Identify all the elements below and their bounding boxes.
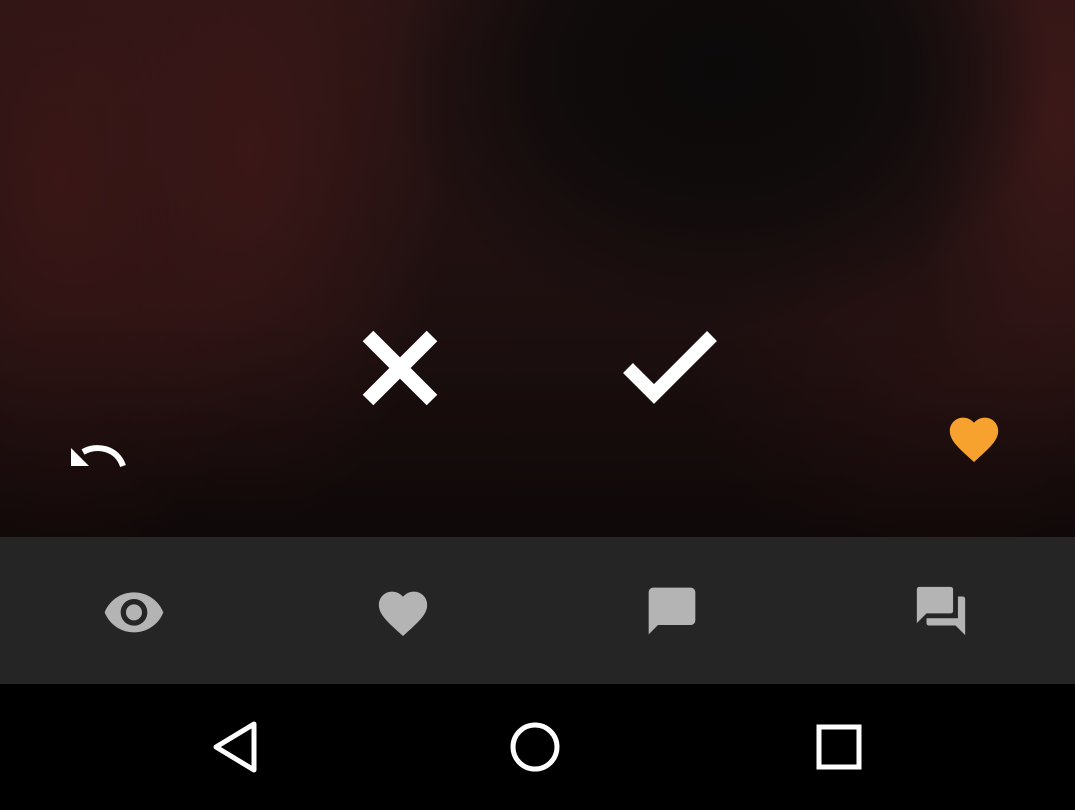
app-screen <box>0 0 1075 810</box>
system-navigation-bar <box>0 684 1075 810</box>
recents-square-icon <box>816 724 862 770</box>
chat-bubble-icon <box>648 587 696 634</box>
nav-home-button[interactable] <box>490 702 580 792</box>
back-triangle-icon <box>213 721 257 773</box>
reject-button[interactable] <box>350 318 450 418</box>
nav-recents-button[interactable] <box>794 702 884 792</box>
eye-icon <box>105 591 164 632</box>
nav-back-button[interactable] <box>190 702 280 792</box>
tab-messages[interactable] <box>538 537 807 684</box>
bottom-tab-bar <box>0 537 1075 684</box>
undo-icon <box>71 445 126 468</box>
favorite-button[interactable] <box>940 405 1008 469</box>
heart-icon <box>378 591 428 636</box>
heart-icon <box>949 417 999 463</box>
check-icon <box>623 331 717 404</box>
photo-shade <box>0 317 1075 537</box>
forum-icon <box>916 586 965 635</box>
undo-button[interactable] <box>62 428 132 478</box>
profile-photo[interactable] <box>0 0 1075 537</box>
tab-conversations[interactable] <box>806 537 1075 684</box>
tab-views[interactable] <box>0 537 269 684</box>
home-circle-icon <box>510 722 560 772</box>
accept-button[interactable] <box>615 318 725 418</box>
close-icon <box>362 330 438 406</box>
tab-likes[interactable] <box>269 537 538 684</box>
